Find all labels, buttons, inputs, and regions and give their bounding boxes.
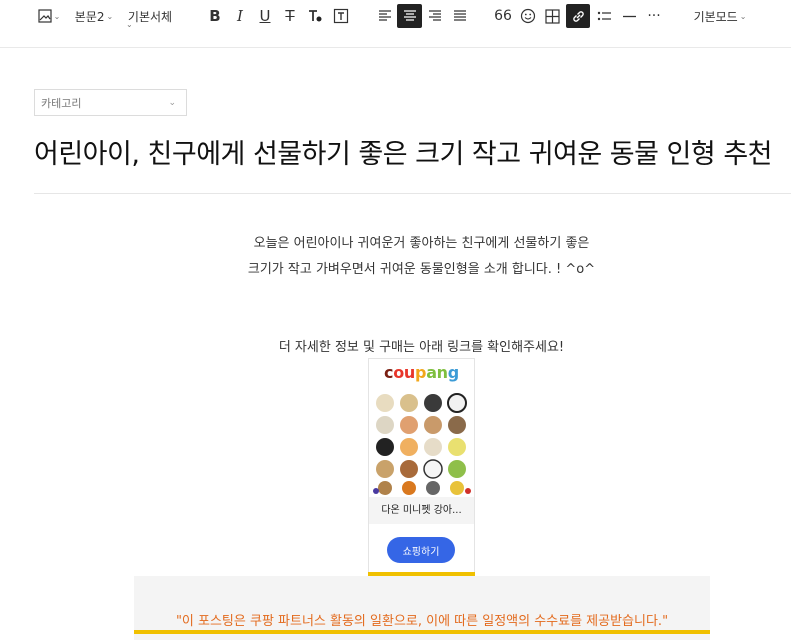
text-background-icon xyxy=(333,8,349,24)
chevron-down-icon: ⌄ xyxy=(168,97,176,108)
list-icon xyxy=(597,11,611,20)
product-image xyxy=(371,391,473,495)
font-face-label: 기본서체 xyxy=(127,9,173,24)
intro-paragraph-line-2[interactable]: 크기가 작고 가벼우면서 귀여운 동물인형을 소개 합니다. ! ^o^ xyxy=(0,258,791,277)
product-name[interactable]: 다온 미니펫 강아... xyxy=(369,497,474,524)
text-color-button[interactable] xyxy=(305,4,325,28)
chevron-down-icon: ⌄ xyxy=(739,11,747,21)
bold-icon: B xyxy=(209,7,221,25)
align-right-icon xyxy=(429,10,441,21)
horizontal-rule-icon xyxy=(622,15,636,17)
chevron-down-icon: ⌄ xyxy=(106,11,114,21)
more-button[interactable]: ··· xyxy=(643,4,665,28)
image-icon xyxy=(38,9,52,23)
disclaimer-text[interactable]: "이 포스팅은 쿠팡 파트너스 활동의 일환으로, 이에 따른 일정액의 수수료… xyxy=(134,610,710,629)
table-icon xyxy=(544,8,560,24)
chevron-down-icon: ⌄ xyxy=(126,20,133,29)
align-left-icon xyxy=(379,10,391,21)
editor-mode-label: 기본모드 xyxy=(693,9,738,24)
more-icon: ··· xyxy=(647,8,661,24)
italic-icon: I xyxy=(237,7,243,25)
divider-button[interactable] xyxy=(618,4,640,28)
link-prompt-text[interactable]: 더 자세한 정보 및 구매는 아래 링크를 확인해주세요! xyxy=(0,336,791,355)
quote-icon: 66 xyxy=(494,8,512,24)
emoji-button[interactable] xyxy=(517,4,539,28)
list-button[interactable] xyxy=(593,4,615,28)
paragraph-style-label: 본문2 xyxy=(74,9,105,24)
product-card[interactable]: coupang 다온 미니펫 강아... 쇼핑하기 xyxy=(368,358,475,577)
align-left-button[interactable] xyxy=(374,4,396,28)
link-icon xyxy=(572,10,584,22)
title-divider xyxy=(34,193,791,194)
coupang-logo: coupang xyxy=(384,363,459,382)
text-color-icon xyxy=(309,10,322,22)
strikethrough-button[interactable]: T xyxy=(280,4,300,28)
shop-button[interactable]: 쇼핑하기 xyxy=(387,537,455,563)
align-justify-icon xyxy=(454,10,466,21)
link-button[interactable] xyxy=(566,4,590,28)
category-placeholder: 카테고리 xyxy=(41,96,82,110)
italic-button[interactable]: I xyxy=(230,4,250,28)
align-center-button[interactable] xyxy=(397,4,422,28)
category-select[interactable]: 카테고리 ⌄ xyxy=(34,89,187,116)
strikethrough-icon: T xyxy=(285,7,295,25)
disclaimer-highlight-bar xyxy=(134,630,710,634)
text-background-button[interactable] xyxy=(331,4,351,28)
underline-icon: U xyxy=(259,7,271,25)
intro-paragraph-line-1[interactable]: 오늘은 어린아이나 귀여운거 좋아하는 친구에게 선물하기 좋은 xyxy=(0,232,791,251)
align-justify-button[interactable] xyxy=(449,4,471,28)
underline-button[interactable]: U xyxy=(255,4,275,28)
image-insert-button[interactable]: ⌄ xyxy=(36,4,62,28)
align-right-button[interactable] xyxy=(424,4,446,28)
table-button[interactable] xyxy=(541,4,563,28)
align-center-icon xyxy=(403,10,416,21)
chevron-down-icon: ⌄ xyxy=(53,11,61,21)
post-title[interactable]: 어린아이, 친구에게 선물하기 좋은 크기 작고 귀여운 동물 인형 추천 xyxy=(34,132,773,171)
emoji-icon xyxy=(520,8,536,24)
paragraph-style-select[interactable]: 본문2 ⌄ xyxy=(74,4,114,28)
editor-toolbar: ⌄ 본문2 ⌄ 기본서체 ⌄ B I U T 66 ··· 기본모드 ⌄ xyxy=(0,0,791,48)
bold-button[interactable]: B xyxy=(205,4,225,28)
quote-button[interactable]: 66 xyxy=(492,4,514,28)
editor-mode-select[interactable]: 기본모드 ⌄ xyxy=(690,4,750,28)
